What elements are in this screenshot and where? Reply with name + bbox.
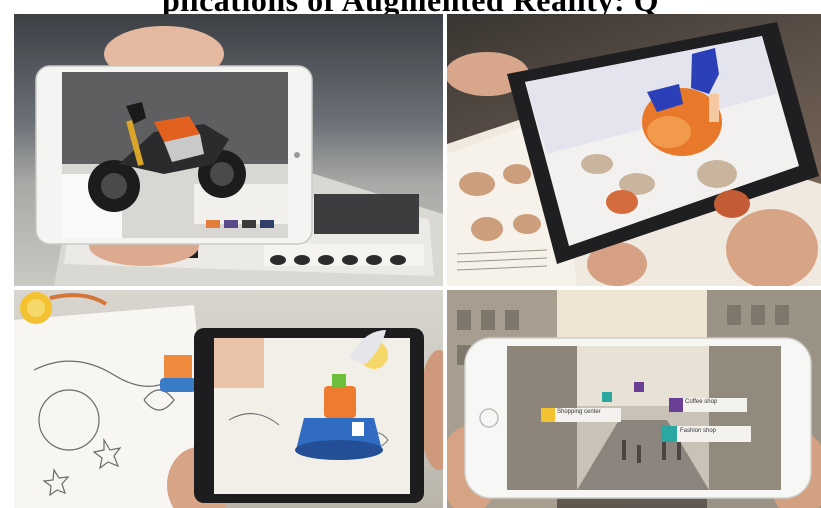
photo-street-navigation-ar: Shopping center Coffee shop Fashion shop [447, 290, 821, 508]
motorcycle-scene [35, 26, 443, 286]
poi-label-shopping: Shopping center [557, 409, 601, 415]
poi-label-coffee: Coffee shop [685, 399, 718, 405]
title-banner: plications of Augmented Reality: Q [0, 0, 821, 14]
photo-anatomy-book-ar [447, 14, 821, 286]
photo-motorcycle-catalog-ar [14, 14, 443, 286]
title-banner-text: plications of Augmented Reality: Q [0, 0, 821, 14]
coloring-scene [14, 292, 443, 508]
street-scene [447, 290, 821, 508]
photo-coloring-book-ar [14, 290, 443, 508]
anatomy-scene [447, 22, 821, 286]
poi-label-fashion: Fashion shop [680, 428, 717, 434]
